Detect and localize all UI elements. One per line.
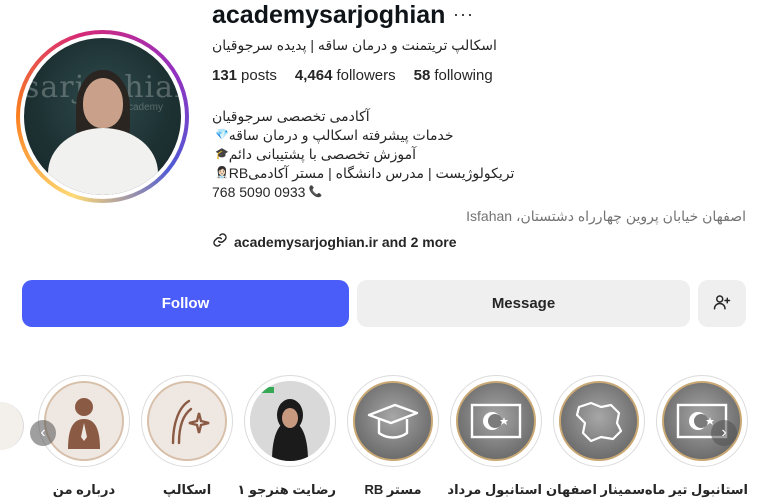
followers-label: followers — [336, 67, 396, 84]
avatar: sarjoghian academy — [24, 38, 181, 195]
highlight-cover — [250, 381, 330, 461]
more-options-icon[interactable]: ··· — [453, 4, 474, 25]
suggested-accounts-button[interactable] — [698, 280, 746, 327]
highlight-label: سمینار اصفهان — [545, 482, 645, 497]
highlight-label: درباره من — [52, 482, 116, 497]
highlight-cover — [559, 381, 639, 461]
followers-number: 4,464 — [294, 67, 333, 84]
iran-map-icon — [575, 401, 623, 443]
message-button[interactable]: Message — [357, 280, 690, 327]
student-photo — [250, 381, 330, 461]
chevron-right-icon: › — [721, 424, 727, 441]
followers-count[interactable]: 4,464 followers — [295, 67, 396, 84]
phone-icon: 📞 — [308, 186, 323, 198]
following-count[interactable]: 58 following — [414, 67, 493, 84]
highlight-item[interactable]: مستر RB — [347, 375, 439, 498]
highlight-ring — [38, 375, 130, 467]
highlight-ring — [244, 375, 336, 467]
highlight-item[interactable]: اسکالپ — [141, 375, 233, 498]
graduation-cap-icon — [367, 403, 419, 439]
bio-text: خدمات پیشرفته اسکالپ و درمان ساقه — [228, 127, 454, 143]
highlight-label: استانبول تیر ماه — [644, 482, 748, 497]
posts-label: posts — [241, 67, 277, 84]
profile-stats: 131 posts 4,464 followers 58 following — [212, 67, 493, 84]
profile-link[interactable]: academysarjoghian.ir and 2 more — [212, 232, 457, 251]
posts-count: 131 posts — [212, 67, 277, 84]
bio-phone[interactable]: 768 5090 0933 — [212, 183, 305, 202]
highlight-cover — [353, 381, 433, 461]
highlights-prev-button[interactable]: ‹ — [30, 420, 56, 446]
link-text[interactable]: academysarjoghian.ir and 2 more — [234, 234, 457, 250]
highlight-cover — [456, 381, 536, 461]
highlight-label: مستر RB — [364, 482, 422, 497]
highlight-ring — [450, 375, 542, 467]
profile-full-name: اسکالپ تریتمنت و درمان ساقه | پدیده سرجو… — [212, 37, 497, 53]
highlight-ring — [656, 375, 748, 467]
highlight-ring — [553, 375, 645, 467]
highlights-next-button[interactable]: › — [711, 420, 737, 446]
highlight-item[interactable]: سمینار اصفهان — [545, 375, 645, 498]
highlight-ring — [141, 375, 233, 467]
following-label: following — [434, 67, 493, 84]
highlight-item[interactable]: استانبول مرداد — [447, 375, 542, 498]
chevron-left-icon: ‹ — [40, 424, 46, 441]
bio-text: آکادمی تخصصی سرجوقیان — [212, 108, 370, 124]
bio-line: خدمات پیشرفته اسکالپ و درمان ساقه 💎 — [212, 126, 524, 145]
graduation-cap-icon: 🎓 — [215, 148, 229, 160]
following-number: 58 — [413, 67, 431, 84]
add-person-icon — [713, 293, 731, 315]
avatar-frame: sarjoghian academy — [20, 34, 185, 199]
profile-bio: آکادمی تخصصی سرجوقیان خدمات پیشرفته اسکا… — [212, 107, 524, 202]
profile-location: اصفهان خیابان پروین چهارراه دشتستان، Isf… — [466, 208, 746, 224]
turkey-flag-icon — [470, 403, 522, 439]
bio-text: آموزش تخصصی با پشتیبانی دائم — [228, 146, 417, 162]
bio-line: آموزش تخصصی با پشتیبانی دائم 🎓 — [212, 145, 524, 164]
highlight-label: رضایت هنرجو ۱ — [237, 482, 336, 497]
bio-line: آکادمی تخصصی سرجوقیان — [212, 107, 524, 126]
highlight-cover — [147, 381, 227, 461]
highlight-item[interactable]: رضایت هنرجو ۱ — [237, 375, 336, 498]
health-worker-icon: 👩🏻‍⚕️ — [215, 167, 229, 179]
highlight-label: اسکالپ — [162, 482, 212, 497]
avatar-body — [47, 128, 158, 195]
profile-username: academysarjoghian — [212, 1, 446, 29]
hair-sparkle-icon — [171, 399, 210, 445]
highlight-cover — [44, 381, 124, 461]
bio-text: تریکولوژیست | مدرس دانشگاه | مستر آکادمی… — [228, 165, 515, 181]
follow-button[interactable]: Follow — [22, 280, 349, 327]
posts-number: 131 — [212, 67, 238, 84]
link-icon — [212, 232, 228, 251]
person-silhouette-icon — [68, 398, 100, 449]
bio-line: 768 5090 0933 📞 — [212, 183, 524, 202]
story-highlights: درباره من اسکالپ رضایت هنرجو ۱ مستر RB ا… — [0, 375, 770, 500]
highlight-ring — [347, 375, 439, 467]
bio-line: تریکولوژیست | مدرس دانشگاه | مستر آکادمی… — [212, 164, 524, 183]
profile-avatar-ring[interactable]: sarjoghian academy — [16, 30, 189, 203]
avatar-face — [82, 78, 123, 128]
gem-icon: 💎 — [215, 129, 229, 141]
highlight-label: استانبول مرداد — [447, 482, 542, 497]
